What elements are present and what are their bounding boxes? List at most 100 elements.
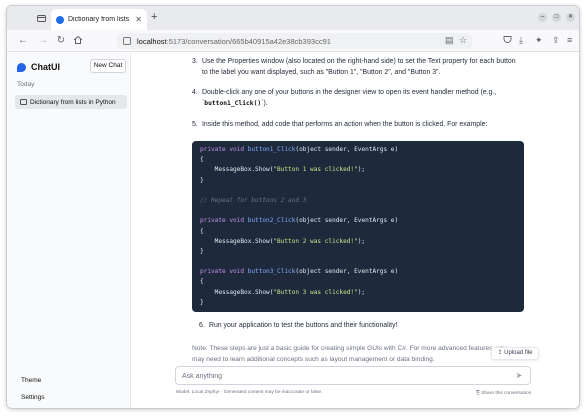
code-line: { — [200, 277, 516, 287]
code-args: (object sender, EventArgs e) — [295, 146, 399, 153]
note-paragraph: Note: These steps are just a basic guide… — [192, 343, 522, 365]
share-link-icon: ⎘ — [476, 391, 480, 396]
reload-icon[interactable]: ↻ — [55, 35, 67, 47]
step-text-line2: to the label you want displayed, such as… — [202, 69, 441, 76]
menu-icon[interactable]: ≡ — [567, 35, 572, 45]
step-text-line1: Run your application to test the buttons… — [209, 322, 398, 329]
tab-strip: Dictionary from lists in ✕ + – □ ✕ — [7, 6, 579, 30]
bookmark-star-icon[interactable]: ☆ — [459, 35, 467, 46]
code-text: { — [200, 156, 204, 164]
code-call: MessageBox.Show( — [200, 288, 274, 296]
code-line: // Repeat for buttons 2 and 3 — [200, 196, 516, 206]
note-line1: Note: These steps are just a basic guide… — [192, 345, 507, 352]
code-line: } — [200, 176, 516, 186]
reader-view-icon[interactable]: ▤ — [445, 35, 454, 46]
code-line: private void button1_Click(object sender… — [200, 145, 516, 155]
sidebar: ChatUI New Chat Today Dictionary from li… — [7, 53, 131, 408]
upload-file-button[interactable]: ⇪ Upload file — [491, 347, 539, 360]
code-line: { — [200, 227, 516, 237]
tab-list-icon[interactable] — [34, 11, 48, 25]
code-line: } — [200, 247, 516, 257]
upload-file-label: Upload file — [504, 350, 533, 356]
close-window-button[interactable]: ✕ — [566, 13, 575, 22]
tab-close-icon[interactable]: ✕ — [135, 15, 142, 24]
code-text: } — [200, 247, 204, 255]
navigation-bar: ← → ↻ localhost :5173/conversation/665b4… — [7, 30, 579, 52]
app-name: ChatUI — [31, 62, 60, 72]
book-icon — [20, 99, 27, 105]
theme-button[interactable]: Theme — [21, 377, 41, 384]
note-line2: may need to learn additional concepts su… — [192, 356, 435, 363]
tab-title: Dictionary from lists in — [68, 16, 132, 23]
code-keyword: private void — [200, 268, 248, 276]
code-line: MessageBox.Show("Button 1 was clicked!")… — [200, 165, 516, 175]
forward-arrow-icon[interactable]: → — [37, 35, 49, 47]
chat-bubble-logo-icon — [17, 62, 26, 72]
conversation-item[interactable]: Dictionary from lists in Python — [15, 95, 127, 109]
code-comment: // Repeat for buttons 2 and 3 — [200, 196, 307, 204]
code-block: private void button1_Click(object sender… — [192, 141, 524, 312]
url-host: localhost — [137, 36, 167, 46]
code-line: private void button3_Click(object sender… — [200, 267, 516, 277]
code-function-name: button3_Click — [247, 268, 296, 276]
code-function-name: button2_Click — [247, 217, 296, 225]
step-number: 5. — [192, 121, 198, 128]
minimize-button[interactable]: – — [538, 13, 547, 22]
code-line: MessageBox.Show("Button 2 was clicked!")… — [200, 237, 516, 247]
share-conversation-label: Share this conversation — [481, 391, 532, 396]
maximize-button[interactable]: □ — [552, 13, 561, 22]
code-string: "Button 1 was clicked!" — [273, 166, 358, 174]
code-call: MessageBox.Show( — [200, 237, 274, 245]
page-info-icon[interactable] — [123, 37, 131, 45]
inline-code: button1_Click() — [204, 100, 262, 107]
address-bar[interactable]: localhost :5173/conversation/665b40915a4… — [117, 33, 472, 49]
code-line: } — [200, 298, 516, 308]
back-arrow-icon[interactable]: ← — [17, 35, 29, 47]
step-number: 3. — [192, 58, 198, 65]
code-string: "Button 2 was clicked!" — [273, 237, 358, 245]
code-tick-close: `). — [261, 100, 268, 107]
extensions-icon[interactable]: ✦ — [535, 35, 543, 46]
code-keyword: private void — [200, 217, 248, 225]
step-text-line1: Double-click any one of your buttons in … — [202, 89, 497, 96]
chat-input-box[interactable]: ➤ — [175, 366, 531, 385]
pocket-icon[interactable] — [503, 35, 512, 46]
new-tab-button[interactable]: + — [151, 11, 157, 23]
code-keyword: private void — [200, 146, 248, 153]
model-disclaimer: Model: Local Zephyr · Generated content … — [176, 390, 323, 395]
downloads-icon[interactable]: ⤓ — [519, 35, 523, 46]
code-text: { — [200, 227, 204, 235]
app-brand[interactable]: ChatUI — [17, 62, 60, 72]
conversation-label: Dictionary from lists in Python — [30, 98, 116, 106]
code-text: } — [200, 298, 204, 306]
code-call-end: ); — [357, 166, 366, 174]
code-function-name: button1_Click — [247, 146, 296, 153]
new-chat-button[interactable]: New Chat — [90, 59, 126, 73]
code-call-end: ); — [357, 288, 366, 296]
code-text: } — [200, 176, 204, 184]
code-args: (object sender, EventArgs e) — [295, 268, 399, 276]
chat-input[interactable] — [182, 370, 502, 382]
code-line: { — [200, 155, 516, 165]
browser-tab-active[interactable]: Dictionary from lists in ✕ — [51, 9, 147, 30]
step-number: 6. — [199, 322, 205, 329]
settings-button[interactable]: Settings — [21, 394, 45, 401]
browser-window: Dictionary from lists in ✕ + – □ ✕ ← → ↻… — [6, 5, 580, 409]
code-line: MessageBox.Show("Button 3 was clicked!")… — [200, 288, 516, 298]
code-call-end: ); — [357, 237, 366, 245]
step-text-line2: `button1_Click()`). — [202, 98, 268, 109]
tab-favicon-icon — [56, 15, 64, 24]
step-text-line1: Inside this method, add code that perfor… — [202, 121, 488, 128]
code-call: MessageBox.Show( — [200, 166, 274, 174]
home-icon[interactable] — [72, 35, 84, 47]
conversation-panel: 3. Use the Properties window (also locat… — [132, 53, 579, 408]
share-conversation-link[interactable]: ⎘ Share this conversation — [476, 390, 531, 396]
share-icon[interactable]: ⇪ — [552, 35, 560, 46]
code-args: (object sender, EventArgs e) — [295, 217, 399, 225]
step-text-line1: Use the Properties window (also located … — [202, 58, 516, 65]
send-arrow-icon[interactable]: ➤ — [514, 371, 524, 381]
paperclip-icon: ⇪ — [497, 350, 503, 356]
